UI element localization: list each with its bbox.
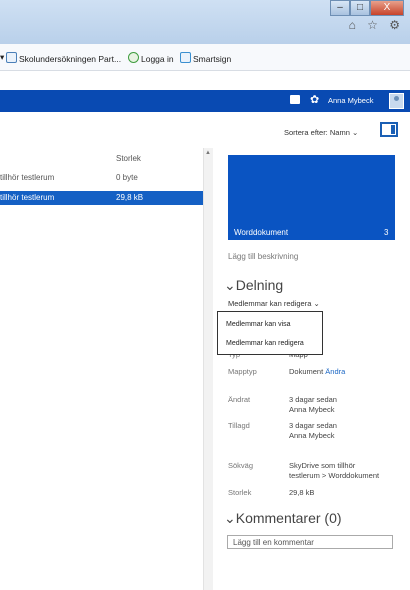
- file-size: 0 byte: [116, 173, 138, 182]
- favorites-bar: ▾ Skolundersökningen Part... Logga in Sm…: [0, 44, 410, 71]
- favorite-logga-in[interactable]: Logga in: [128, 52, 174, 64]
- people-icon: [128, 52, 139, 63]
- sharing-heading[interactable]: ⌄Delning: [224, 277, 283, 294]
- list-header: Storlek: [0, 154, 200, 166]
- option-members-can-edit[interactable]: Medlemmar kan redigera: [226, 340, 304, 347]
- size-label: Storlek: [228, 488, 252, 497]
- path-line-2: testlerum > Worddokument: [289, 471, 380, 480]
- details-pane-toggle-icon[interactable]: [380, 122, 398, 137]
- smartsign-icon: [180, 52, 191, 63]
- app-header-bar: ✿ Anna Mybeck: [0, 90, 410, 112]
- folder-type-value: Dokument Ändra: [289, 367, 345, 377]
- add-description-link[interactable]: Lägg till beskrivning: [228, 252, 298, 261]
- path-value: SkyDrive som tillhör testlerum > Worddoku…: [289, 461, 379, 481]
- window-controls: – □ X: [330, 0, 404, 16]
- table-row-selected[interactable]: tillhör testlerum 29,8 kB: [0, 191, 204, 205]
- modified-by: Anna Mybeck: [289, 405, 335, 414]
- folder-tile-name: Worddokument: [234, 228, 289, 237]
- favorite-label: Skolundersökningen Part...: [19, 54, 122, 64]
- avatar[interactable]: [389, 93, 404, 109]
- close-button[interactable]: X: [370, 0, 404, 16]
- minimize-button[interactable]: –: [330, 0, 350, 16]
- added-value: 3 dagar sedan Anna Mybeck: [289, 421, 337, 441]
- size-value: 29,8 kB: [289, 488, 315, 497]
- file-name: tillhör testlerum: [0, 173, 55, 182]
- permission-select[interactable]: Medlemmar kan redigera ⌄: [228, 299, 320, 308]
- web-page-icon: [6, 52, 17, 63]
- modified-value: 3 dagar sedan Anna Mybeck: [289, 395, 337, 415]
- folder-type-label: Mapptyp: [228, 367, 257, 376]
- scroll-up-arrow-icon[interactable]: ▲: [205, 150, 211, 156]
- table-row[interactable]: tillhör testlerum 0 byte: [0, 171, 204, 185]
- path-label: Sökväg: [228, 461, 254, 470]
- comments-heading[interactable]: ⌄Kommentarer (0): [224, 510, 342, 527]
- comment-input[interactable]: Lägg till en kommentar: [227, 535, 393, 549]
- home-favorites-tools-icons[interactable]: ⌂ ☆ ⚙: [349, 18, 404, 32]
- option-members-can-view[interactable]: Medlemmar kan visa: [226, 321, 291, 328]
- column-header-size[interactable]: Storlek: [116, 154, 141, 163]
- blank-strip: [0, 71, 410, 90]
- favorite-label: Smartsign: [193, 54, 232, 64]
- path-line-1: SkyDrive som tillhör: [289, 461, 356, 470]
- file-name: tillhör testlerum: [0, 193, 55, 202]
- sort-dropdown[interactable]: Sortera efter: Namn ⌄: [284, 128, 358, 137]
- favorite-skolundersokningen[interactable]: Skolundersökningen Part...: [6, 52, 121, 64]
- chat-icon[interactable]: [290, 95, 300, 104]
- added-label: Tillagd: [228, 421, 250, 430]
- user-name[interactable]: Anna Mybeck: [328, 96, 373, 105]
- gear-icon[interactable]: ✿: [310, 94, 319, 106]
- modified-label: Ändrat: [228, 395, 251, 404]
- file-size: 29,8 kB: [116, 193, 144, 202]
- favorite-label: Logga in: [141, 54, 174, 64]
- maximize-button[interactable]: □: [350, 0, 370, 16]
- modified-date: 3 dagar sedan: [289, 395, 337, 404]
- folder-type-text: Dokument: [289, 367, 324, 376]
- folder-item-count: 3: [384, 228, 389, 237]
- added-date: 3 dagar sedan: [289, 421, 337, 430]
- change-folder-type-link[interactable]: Ändra: [325, 367, 345, 376]
- favorite-smartsign[interactable]: Smartsign: [180, 52, 231, 64]
- added-by: Anna Mybeck: [289, 431, 335, 440]
- scrollbar[interactable]: [203, 148, 213, 590]
- permission-dropdown-menu: Medlemmar kan visa Medlemmar kan rediger…: [217, 311, 323, 355]
- favorites-dropdown-arrow[interactable]: ▾: [0, 52, 4, 63]
